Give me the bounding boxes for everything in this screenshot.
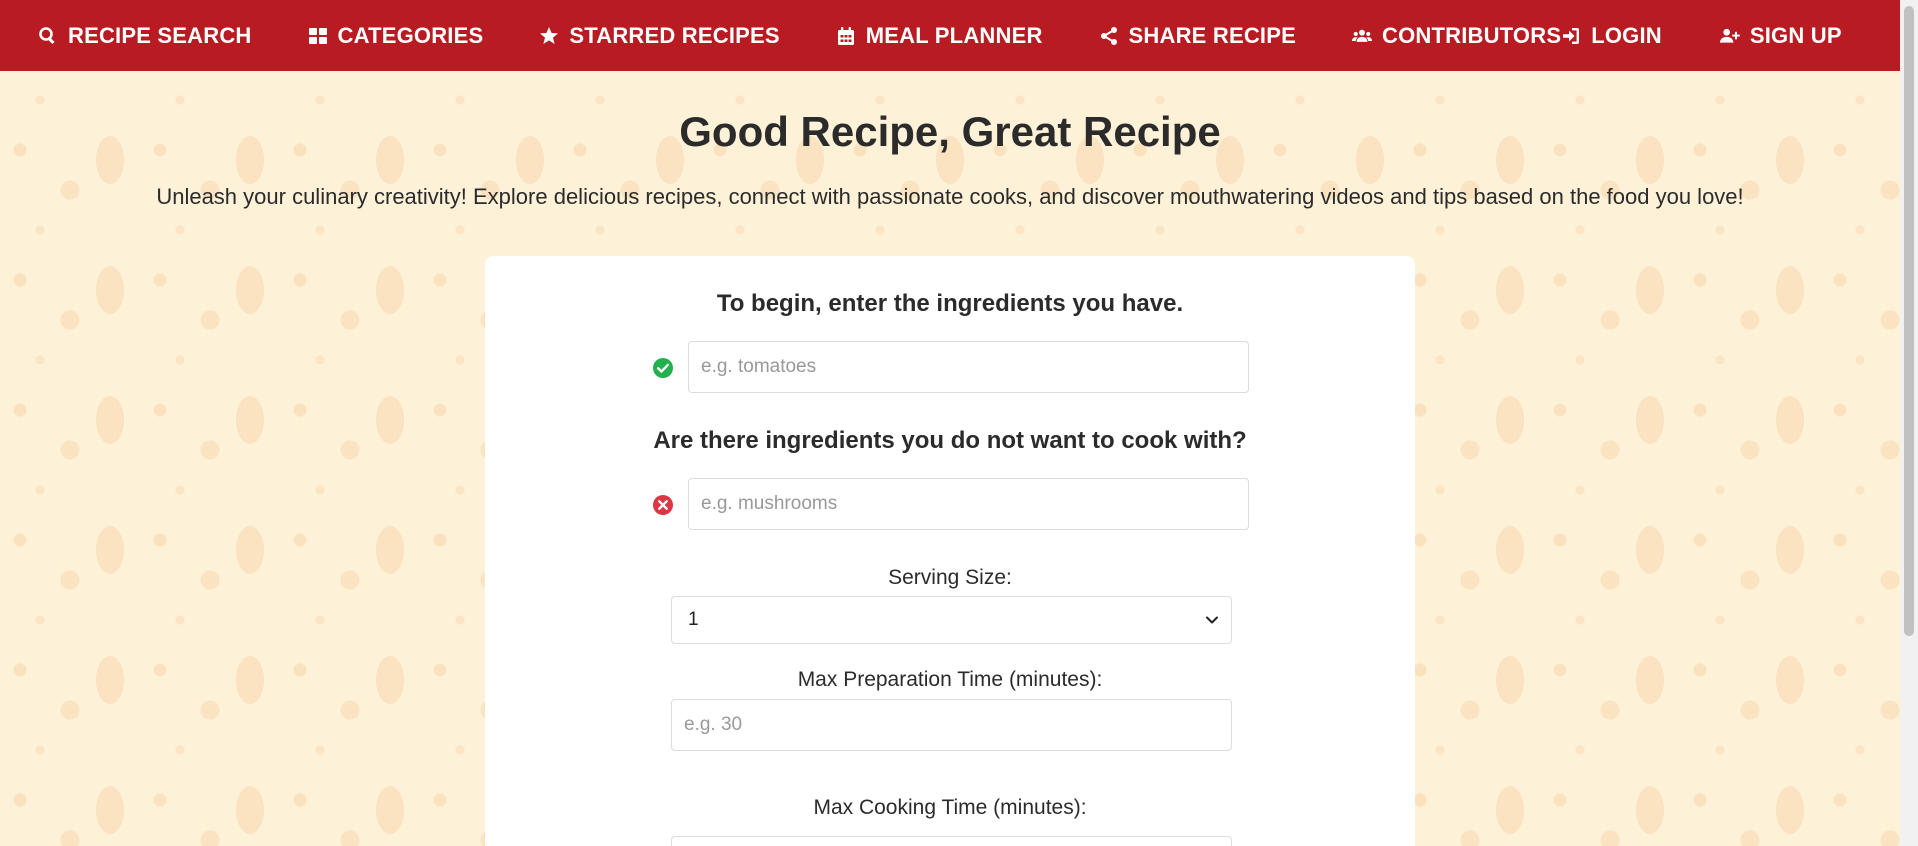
serving-size-label: Serving Size: xyxy=(888,566,1012,589)
chevron-down-icon xyxy=(1206,616,1218,624)
nav-categories-label: CATEGORIES xyxy=(337,22,484,48)
search-icon xyxy=(39,26,55,44)
prep-time-input[interactable] xyxy=(671,699,1232,751)
nav-auth-group: LOGIN SIGN UP xyxy=(1561,23,1902,49)
nav-starred-recipes[interactable]: STARRED RECIPES xyxy=(539,22,780,49)
login-icon xyxy=(1563,27,1580,44)
nav-share-recipe[interactable]: SHARE RECIPE xyxy=(1099,23,1296,49)
signup-label: SIGN UP xyxy=(1749,22,1842,48)
share-icon xyxy=(1100,26,1117,45)
login-label: LOGIN xyxy=(1591,22,1662,48)
nav-share-recipe-label: SHARE RECIPE xyxy=(1128,22,1296,48)
check-circle-icon xyxy=(653,358,673,378)
nav-contributors[interactable]: CONTRIBUTORS xyxy=(1351,22,1562,49)
nav-recipe-search-label: RECIPE SEARCH xyxy=(68,22,252,48)
nav-categories[interactable]: CATEGORIES xyxy=(308,23,484,49)
users-icon xyxy=(1351,29,1372,42)
signup-button[interactable]: SIGN UP xyxy=(1719,22,1842,49)
page-scrollbar[interactable] xyxy=(1900,0,1918,846)
grid-icon xyxy=(308,27,327,44)
nav-recipe-search[interactable]: RECIPE SEARCH xyxy=(38,23,252,49)
x-circle-icon xyxy=(653,495,673,515)
nav-meal-planner-label: MEAL PLANNER xyxy=(865,22,1043,48)
cook-time-input[interactable] xyxy=(671,836,1232,846)
recipe-search-card: To begin, enter the ingredients you have… xyxy=(485,256,1415,846)
exclude-ingredients-input[interactable] xyxy=(688,478,1249,530)
nav-meal-planner[interactable]: MEAL PLANNER xyxy=(836,23,1043,49)
star-icon xyxy=(540,26,559,44)
serving-size-select[interactable]: 1 xyxy=(671,596,1232,644)
include-ingredients-heading: To begin, enter the ingredients you have… xyxy=(716,290,1184,317)
user-plus-icon xyxy=(1719,28,1740,43)
page-title: Good Recipe, Great Recipe xyxy=(679,108,1221,155)
prep-time-label: Max Preparation Time (minutes): xyxy=(797,668,1103,691)
serving-size-value: 1 xyxy=(688,609,699,630)
nav-contributors-label: CONTRIBUTORS xyxy=(1381,22,1562,48)
scrollbar-thumb[interactable] xyxy=(1904,6,1914,636)
include-ingredients-input[interactable] xyxy=(688,341,1249,393)
cook-time-label: Max Cooking Time (minutes): xyxy=(813,796,1087,819)
nav-starred-recipes-label: STARRED RECIPES xyxy=(569,22,780,48)
top-navbar: RECIPE SEARCH CATEGORIES STARRED RECIPES… xyxy=(0,0,1900,71)
calendar-icon xyxy=(837,26,854,45)
page-subtitle: Unleash your culinary creativity! Explor… xyxy=(156,184,1744,209)
exclude-ingredients-heading: Are there ingredients you do not want to… xyxy=(653,427,1247,454)
login-button[interactable]: LOGIN xyxy=(1561,23,1662,49)
